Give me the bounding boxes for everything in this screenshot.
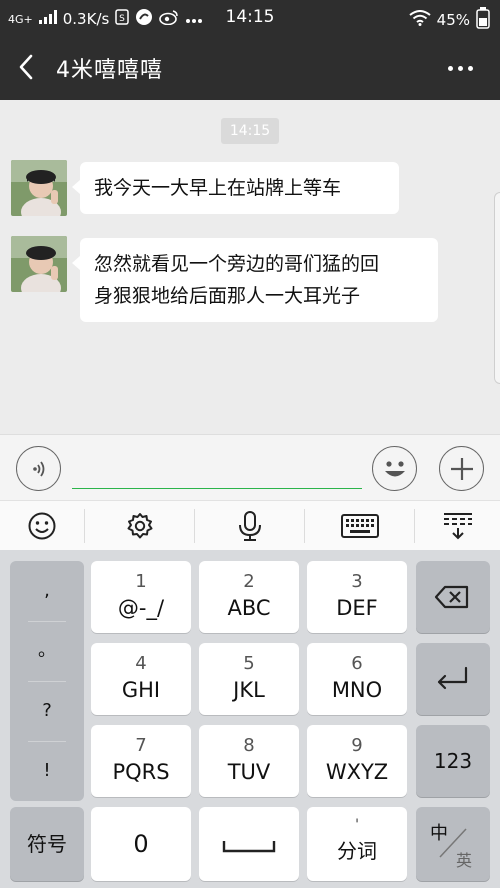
voice-button[interactable] — [16, 446, 61, 491]
chat-area[interactable]: 14:15 我今天一大早上在站牌上等车 忽然就看见一个旁边的哥们猛的回 身狠狠地… — [0, 100, 500, 434]
status-bar: 4G+ 0.3K/s S 14:15 45% — [0, 0, 500, 36]
voice-icon — [32, 460, 44, 477]
message-bubble[interactable]: 我今天一大早上在站牌上等车 — [72, 162, 399, 214]
key-letters: @-_/ — [117, 596, 165, 620]
key-0[interactable]: 0 — [91, 807, 191, 881]
wifi-icon — [409, 10, 431, 30]
input-bar — [0, 434, 500, 500]
message-text-line2: 身狠狠地给后面那人一大耳光子 — [94, 285, 361, 307]
key-number: 7 — [135, 735, 147, 756]
emoji-button[interactable] — [372, 446, 417, 491]
lang-english-label: 英 — [456, 851, 473, 870]
segment-label: 分词 — [337, 839, 377, 863]
more-dot — [458, 65, 463, 71]
chat-header: 4米嘻嘻嘻 — [0, 36, 500, 100]
key-letters: GHI — [121, 678, 161, 702]
key-zero-label: 0 — [133, 830, 149, 858]
key-5[interactable]: 5 JKL — [199, 643, 299, 715]
key-6[interactable]: 6 MNO — [307, 643, 407, 715]
punct-key[interactable]: 。 — [10, 621, 84, 681]
key-number: 3 — [351, 571, 363, 592]
battery-icon — [476, 7, 490, 33]
back-arrow-icon — [19, 54, 33, 80]
key-7[interactable]: 7 PQRS — [91, 725, 191, 797]
scroll-edge-handle[interactable] — [494, 192, 500, 384]
key-letters: TUV — [227, 760, 271, 784]
plus-button[interactable] — [439, 446, 484, 491]
punct-key[interactable]: ! — [10, 741, 84, 801]
key-9[interactable]: 9 WXYZ — [307, 725, 407, 797]
emoji-icon — [384, 460, 405, 476]
toolbar-keyboard-button[interactable] — [305, 501, 414, 551]
key-letters: ABC — [227, 596, 271, 620]
key-1[interactable]: 1 @-_/ — [91, 561, 191, 633]
key-letters: MNO — [331, 678, 383, 702]
punct-key[interactable]: ? — [10, 681, 84, 741]
num-mode-key[interactable]: 123 — [416, 725, 490, 797]
lang-divider-icon — [439, 828, 467, 858]
more-options-button[interactable] — [448, 62, 478, 74]
gear-icon — [127, 513, 152, 539]
enter-icon — [437, 666, 468, 690]
smiley-icon — [28, 512, 56, 540]
key-number: 8 — [243, 735, 255, 756]
microphone-icon — [238, 511, 261, 541]
more-dots-icon — [448, 65, 453, 71]
segment-apostrophe: ' — [355, 817, 359, 833]
toolbar-hide-keyboard-button[interactable] — [415, 501, 500, 551]
language-switch-key[interactable]: 中 英 — [416, 807, 490, 881]
key-8[interactable]: 8 TUV — [199, 725, 299, 797]
backspace-icon — [434, 585, 469, 609]
key-3[interactable]: 3 DEF — [307, 561, 407, 633]
key-letters: WXYZ — [325, 760, 389, 784]
message-timestamp: 14:15 — [221, 118, 279, 144]
key-4[interactable]: 4 GHI — [91, 643, 191, 715]
toolbar-voice-input-button[interactable] — [195, 501, 304, 551]
keyboard-icon — [340, 514, 379, 538]
symbols-key[interactable]: 符号 — [10, 807, 84, 881]
back-button[interactable] — [16, 52, 46, 84]
key-number: 1 — [135, 571, 147, 592]
plus-icon — [450, 457, 473, 480]
key-number: 4 — [135, 653, 147, 674]
toolbar-emoji-button[interactable] — [0, 501, 84, 551]
segment-key[interactable]: ' 分词 — [307, 807, 407, 881]
message-text: 我今天一大早上在站牌上等车 — [94, 177, 342, 199]
num-mode-label: 123 — [433, 749, 473, 773]
toolbar-settings-button[interactable] — [85, 501, 194, 551]
key-letters: DEF — [336, 596, 378, 620]
t9-keyboard: , 。 ? ! 1 @-_/ 2 ABC 3 DEF 4 GHI 5 JKL 6… — [0, 550, 500, 888]
avatar-image — [11, 160, 67, 216]
message-text-line1: 忽然就看见一个旁边的哥们猛的回 — [94, 253, 380, 275]
key-number: 2 — [243, 571, 255, 592]
avatar[interactable] — [11, 236, 67, 292]
collapse-keyboard-icon — [443, 513, 472, 540]
key-letters: JKL — [233, 678, 265, 702]
key-number: 9 — [351, 735, 363, 756]
avatar[interactable] — [11, 160, 67, 216]
space-key[interactable] — [199, 807, 299, 881]
key-letters: PQRS — [112, 760, 170, 784]
key-number: 5 — [243, 653, 255, 674]
key-number: 6 — [351, 653, 363, 674]
status-right: 45% — [409, 7, 490, 33]
more-dot — [468, 65, 473, 71]
punctuation-column[interactable]: , 。 ? ! — [10, 561, 84, 801]
avatar-image — [11, 236, 67, 292]
keyboard-toolbar — [0, 500, 500, 550]
key-2[interactable]: 2 ABC — [199, 561, 299, 633]
battery-level: 45% — [436, 11, 470, 29]
space-icon — [222, 841, 276, 853]
punct-key[interactable]: , — [10, 561, 84, 621]
chat-title: 4米嘻嘻嘻 — [56, 58, 163, 83]
symbols-label: 符号 — [27, 832, 67, 856]
message-bubble[interactable]: 忽然就看见一个旁边的哥们猛的回 身狠狠地给后面那人一大耳光子 — [72, 238, 438, 322]
backspace-key[interactable] — [416, 561, 490, 633]
message-input[interactable] — [72, 451, 362, 489]
enter-key[interactable] — [416, 643, 490, 715]
